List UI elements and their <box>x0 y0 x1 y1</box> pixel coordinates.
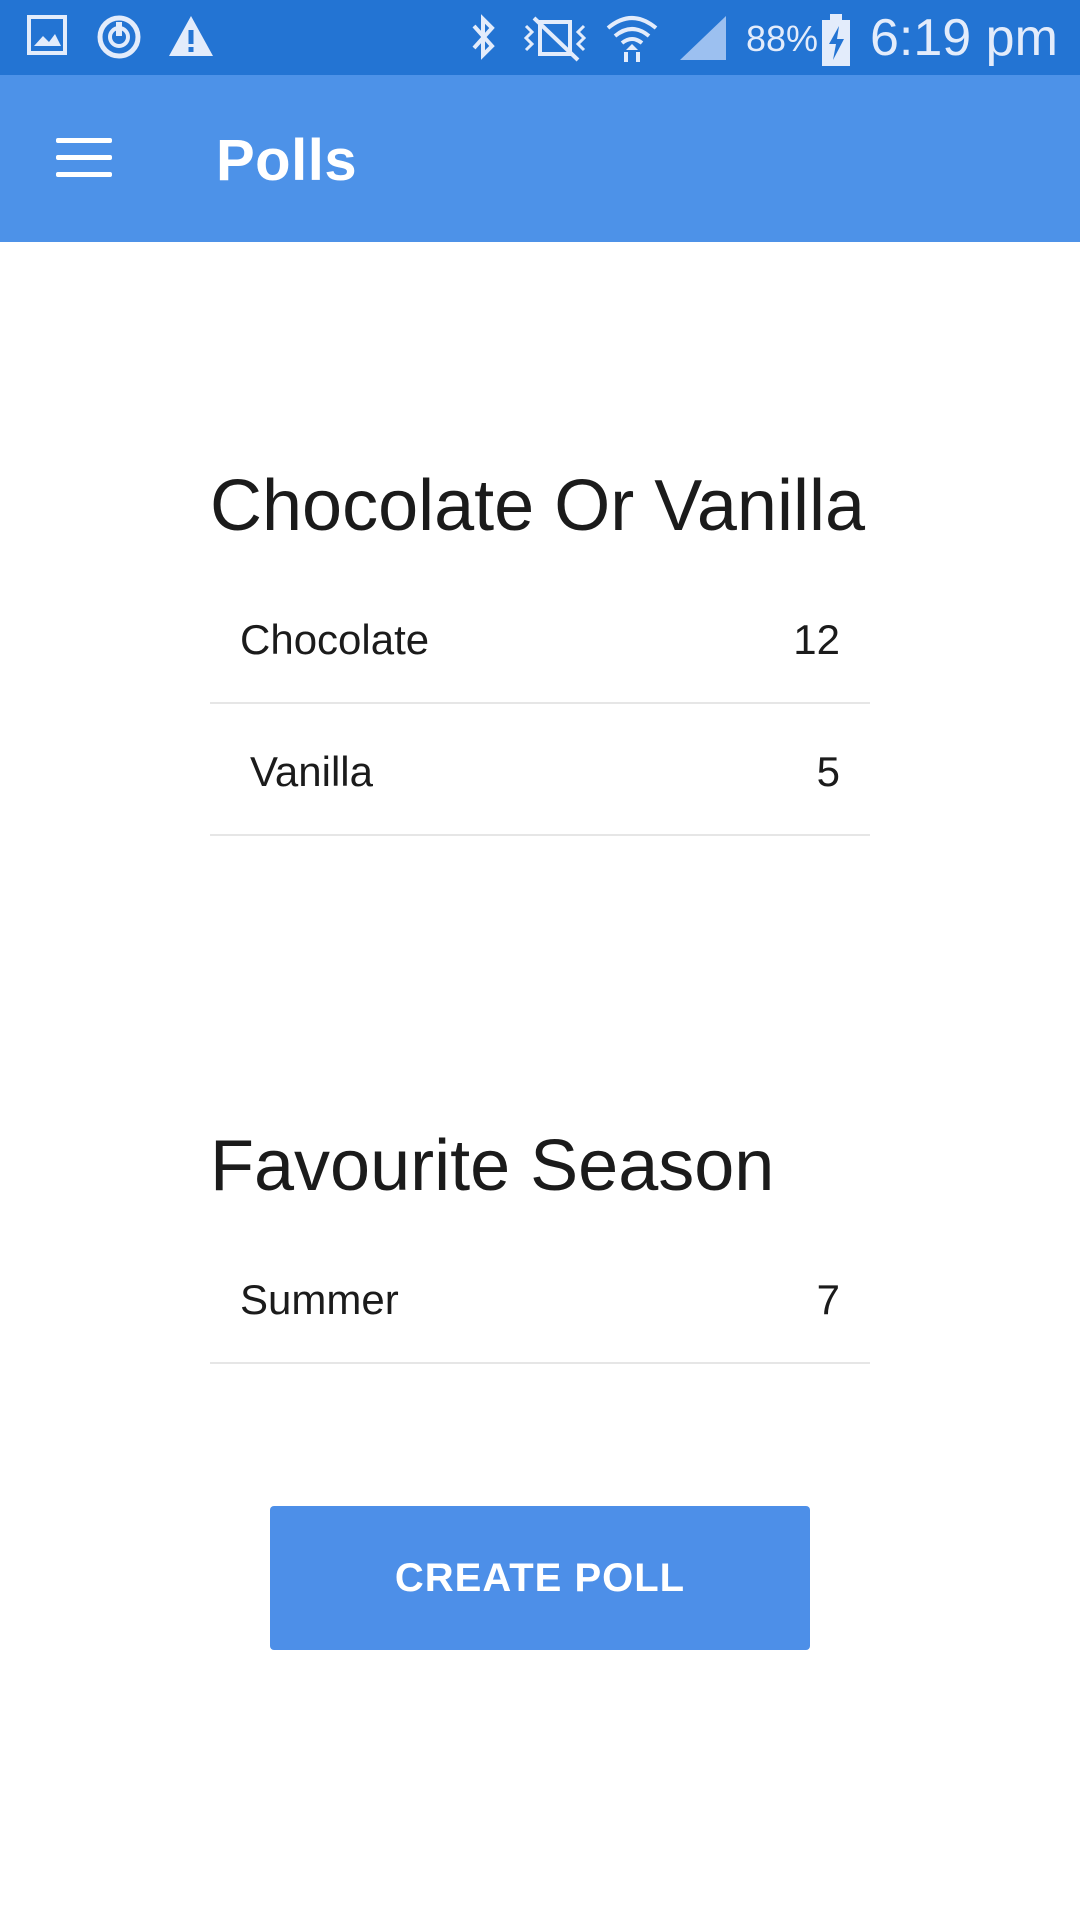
status-bar: 88% 6:19 pm <box>0 0 1080 75</box>
create-poll-button[interactable]: CREATE POLL <box>270 1506 810 1650</box>
poll-option-row[interactable]: Chocolate 12 <box>210 572 870 704</box>
status-clock: 6:19 pm <box>870 9 1058 67</box>
poll-title: Favourite Season <box>210 1126 775 1206</box>
poll-option-row[interactable]: Summer 7 <box>210 1232 870 1364</box>
poll-title: Chocolate Or Vanilla <box>210 466 865 546</box>
poll-card: Favourite Season Summer 7 <box>210 1130 870 1364</box>
app-bar: Polls <box>0 75 1080 242</box>
battery-percentage: 88% <box>746 18 819 59</box>
gallery-icon <box>27 15 67 55</box>
poll-option-count: 12 <box>793 616 840 663</box>
warning-icon <box>169 16 213 56</box>
sync-icon <box>97 15 141 59</box>
poll-option-label: Chocolate <box>240 616 430 663</box>
poll-option-count: 5 <box>816 748 840 795</box>
battery-charging-icon <box>822 14 850 66</box>
page-title: Polls <box>216 128 358 193</box>
signal-icon <box>680 16 726 60</box>
poll-option-label: Vanilla <box>250 748 373 795</box>
poll-card: Chocolate Or Vanilla Chocolate 12 Vanill… <box>210 470 870 836</box>
wifi-icon <box>606 16 658 62</box>
bluetooth-icon <box>472 14 495 60</box>
vibrate-icon <box>523 16 587 62</box>
poll-option-label: Summer <box>240 1276 399 1323</box>
menu-button[interactable] <box>40 122 128 194</box>
poll-option-row[interactable]: Vanilla 5 <box>210 704 870 836</box>
poll-option-count: 7 <box>816 1276 840 1323</box>
